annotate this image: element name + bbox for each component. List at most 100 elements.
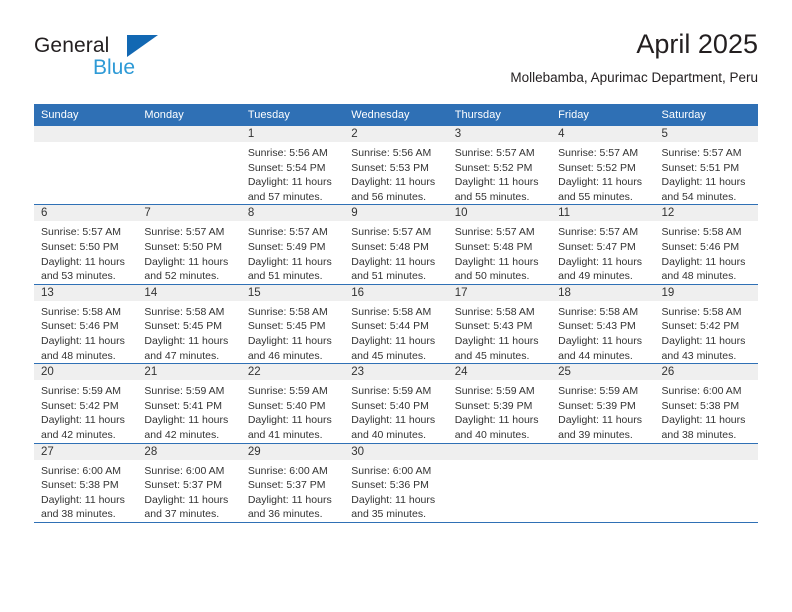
calendar-day-cell[interactable]: 20 Sunrise: 5:59 AM Sunset: 5:42 PM Dayligh… bbox=[34, 363, 138, 444]
calendar-day-cell[interactable]: 1 Sunrise: 5:56 AM Sunset: 5:54 PM Daylight… bbox=[240, 126, 345, 206]
sunset-text: Sunset: 5:54 PM bbox=[247, 161, 326, 174]
sunset-text: Sunset: 5:48 PM bbox=[454, 240, 533, 253]
day-details: Sunrise: 5:59 AM Sunset: 5:39 PM Daylight:… bbox=[448, 380, 551, 442]
calendar-day-cell[interactable]: 30 Sunrise: 6:00 AM Sunset: 5:36 PM Dayligh… bbox=[344, 443, 448, 523]
general-blue-logo[interactable]: General Blue bbox=[34, 34, 234, 86]
calendar-day-cell[interactable]: 27 Sunrise: 6:00 AM Sunset: 5:38 PM Dayligh… bbox=[34, 443, 138, 523]
day-number bbox=[551, 443, 655, 460]
calendar-day-cell[interactable]: 15 Sunrise: 5:58 AM Sunset: 5:45 PM Dayligh… bbox=[240, 284, 345, 365]
sunset-text: Sunset: 5:45 PM bbox=[247, 320, 326, 333]
daylight-text: Daylight: 11 hours and 40 minutes. bbox=[351, 414, 436, 441]
daylight-text: Daylight: 11 hours and 38 minutes. bbox=[41, 493, 125, 521]
day-details: Sunrise: 5:57 AM Sunset: 5:52 PM Daylight:… bbox=[448, 142, 551, 204]
calendar-day-cell[interactable]: 7 Sunrise: 5:57 AM Sunset: 5:50 PM Daylight… bbox=[137, 204, 241, 285]
daylight-text: Daylight: 11 hours and 51 minutes. bbox=[351, 255, 436, 283]
sunset-text: Sunset: 5:51 PM bbox=[661, 161, 740, 174]
daylight-text: Daylight: 11 hours and 47 minutes. bbox=[144, 334, 229, 362]
sunset-text: Sunset: 5:53 PM bbox=[351, 161, 429, 174]
calendar-day-cell-empty bbox=[654, 443, 758, 523]
calendar-day-cell[interactable]: 19 Sunrise: 5:58 AM Sunset: 5:42 PM Dayligh… bbox=[654, 284, 758, 365]
daylight-text: Daylight: 11 hours and 51 minutes. bbox=[247, 255, 332, 283]
day-number: 12 bbox=[654, 205, 758, 222]
calendar-week-row: 1 Sunrise: 5:56 AM Sunset: 5:54 PM Daylight… bbox=[34, 126, 758, 206]
sunset-text: Sunset: 5:39 PM bbox=[454, 399, 533, 412]
sunrise-text: Sunrise: 5:59 AM bbox=[454, 385, 535, 398]
weekday-header-sunday: Sunday bbox=[34, 104, 138, 126]
day-details: Sunrise: 5:58 AM Sunset: 5:43 PM Daylight:… bbox=[551, 301, 654, 363]
calendar-day-cell[interactable]: 5 Sunrise: 5:57 AM Sunset: 5:51 PM Daylight… bbox=[654, 126, 758, 206]
calendar-day-cell-empty bbox=[447, 443, 552, 523]
daylight-text: Daylight: 11 hours and 38 minutes. bbox=[661, 414, 746, 441]
sunset-text: Sunset: 5:41 PM bbox=[144, 399, 223, 412]
calendar-day-cell[interactable]: 28 Sunrise: 6:00 AM Sunset: 5:37 PM Dayligh… bbox=[137, 443, 241, 523]
sunrise-text: Sunrise: 5:58 AM bbox=[661, 226, 742, 239]
calendar-day-cell[interactable]: 3 Sunrise: 5:57 AM Sunset: 5:52 PM Daylight… bbox=[447, 126, 552, 206]
calendar-day-cell[interactable]: 26 Sunrise: 6:00 AM Sunset: 5:38 PM Dayligh… bbox=[654, 363, 758, 444]
calendar-day-cell[interactable]: 16 Sunrise: 5:58 AM Sunset: 5:44 PM Dayligh… bbox=[344, 284, 448, 365]
sunrise-text: Sunrise: 5:58 AM bbox=[144, 305, 225, 318]
day-number: 1 bbox=[240, 126, 345, 142]
daylight-text: Daylight: 11 hours and 52 minutes. bbox=[144, 255, 229, 283]
calendar-day-cell[interactable]: 4 Sunrise: 5:57 AM Sunset: 5:52 PM Daylight… bbox=[551, 126, 655, 206]
calendar-week-row: 20 Sunrise: 5:59 AM Sunset: 5:42 PM Dayligh… bbox=[34, 363, 758, 444]
day-details: Sunrise: 5:58 AM Sunset: 5:43 PM Daylight:… bbox=[448, 301, 551, 363]
calendar-day-cell[interactable]: 2 Sunrise: 5:56 AM Sunset: 5:53 PM Daylight… bbox=[344, 126, 448, 206]
calendar-day-cell[interactable]: 11 Sunrise: 5:57 AM Sunset: 5:47 PM Dayligh… bbox=[551, 204, 655, 285]
day-details: Sunrise: 5:59 AM Sunset: 5:40 PM Daylight:… bbox=[344, 380, 447, 442]
day-details: Sunrise: 5:57 AM Sunset: 5:48 PM Daylight:… bbox=[344, 221, 447, 283]
calendar-day-cell[interactable]: 13 Sunrise: 5:58 AM Sunset: 5:46 PM Dayligh… bbox=[34, 284, 138, 365]
day-details: Sunrise: 5:58 AM Sunset: 5:46 PM Daylight:… bbox=[34, 301, 137, 363]
sunrise-text: Sunrise: 5:58 AM bbox=[247, 305, 328, 318]
calendar-day-cell[interactable]: 8 Sunrise: 5:57 AM Sunset: 5:49 PM Daylight… bbox=[240, 204, 345, 285]
day-number: 27 bbox=[34, 443, 138, 460]
day-number: 2 bbox=[344, 126, 448, 142]
day-details: Sunrise: 6:00 AM Sunset: 5:37 PM Daylight:… bbox=[137, 460, 240, 522]
calendar-day-cell[interactable]: 22 Sunrise: 5:59 AM Sunset: 5:40 PM Dayligh… bbox=[240, 363, 345, 444]
calendar-day-cell[interactable]: 25 Sunrise: 5:59 AM Sunset: 5:39 PM Dayligh… bbox=[551, 363, 655, 444]
calendar-day-cell[interactable]: 9 Sunrise: 5:57 AM Sunset: 5:48 PM Daylight… bbox=[344, 204, 448, 285]
sunset-text: Sunset: 5:50 PM bbox=[144, 240, 223, 253]
day-number: 4 bbox=[551, 126, 655, 142]
daylight-text: Daylight: 11 hours and 46 minutes. bbox=[247, 334, 332, 362]
calendar-day-cell[interactable]: 10 Sunrise: 5:57 AM Sunset: 5:48 PM Dayligh… bbox=[447, 204, 552, 285]
calendar-page: General Blue April 2025 Mollebamba, Apur… bbox=[0, 0, 792, 612]
day-number: 18 bbox=[551, 284, 655, 301]
calendar-day-cell[interactable]: 24 Sunrise: 5:59 AM Sunset: 5:39 PM Dayligh… bbox=[447, 363, 552, 444]
calendar-day-cell[interactable]: 17 Sunrise: 5:58 AM Sunset: 5:43 PM Dayligh… bbox=[447, 284, 552, 365]
sunrise-text: Sunrise: 5:59 AM bbox=[247, 385, 328, 398]
calendar-day-cell[interactable]: 21 Sunrise: 5:59 AM Sunset: 5:41 PM Dayligh… bbox=[137, 363, 241, 444]
day-details: Sunrise: 6:00 AM Sunset: 5:38 PM Daylight:… bbox=[655, 380, 758, 442]
weekday-header-saturday: Saturday bbox=[654, 104, 758, 126]
sunrise-text: Sunrise: 5:59 AM bbox=[41, 385, 121, 398]
day-details: Sunrise: 5:57 AM Sunset: 5:49 PM Daylight:… bbox=[241, 221, 344, 283]
daylight-text: Daylight: 11 hours and 39 minutes. bbox=[558, 414, 642, 441]
daylight-text: Daylight: 11 hours and 41 minutes. bbox=[247, 414, 332, 441]
day-details: Sunrise: 5:59 AM Sunset: 5:39 PM Daylight:… bbox=[551, 380, 654, 442]
day-details: Sunrise: 5:58 AM Sunset: 5:44 PM Daylight:… bbox=[344, 301, 447, 363]
sunrise-text: Sunrise: 5:56 AM bbox=[351, 147, 432, 159]
sunset-text: Sunset: 5:38 PM bbox=[661, 399, 740, 412]
page-title: April 2025 bbox=[636, 29, 758, 59]
day-number: 30 bbox=[344, 443, 448, 460]
day-details: Sunrise: 5:58 AM Sunset: 5:45 PM Daylight:… bbox=[137, 301, 240, 363]
weekday-header-friday: Friday bbox=[551, 104, 655, 126]
calendar-day-cell[interactable]: 18 Sunrise: 5:58 AM Sunset: 5:43 PM Dayligh… bbox=[551, 284, 655, 365]
day-number: 22 bbox=[240, 364, 345, 381]
sunset-text: Sunset: 5:36 PM bbox=[351, 479, 429, 492]
day-details: Sunrise: 5:56 AM Sunset: 5:53 PM Daylight:… bbox=[344, 142, 447, 204]
day-details: Sunrise: 5:58 AM Sunset: 5:42 PM Daylight:… bbox=[655, 301, 758, 363]
day-details: Sunrise: 6:00 AM Sunset: 5:37 PM Daylight:… bbox=[241, 460, 344, 522]
calendar-day-cell[interactable]: 12 Sunrise: 5:58 AM Sunset: 5:46 PM Dayligh… bbox=[654, 204, 758, 285]
sunset-text: Sunset: 5:52 PM bbox=[558, 161, 636, 174]
day-number: 19 bbox=[654, 284, 758, 301]
day-details: Sunrise: 5:57 AM Sunset: 5:50 PM Daylight:… bbox=[34, 221, 137, 283]
day-details: Sunrise: 5:59 AM Sunset: 5:40 PM Daylight:… bbox=[241, 380, 344, 442]
sunrise-text: Sunrise: 5:57 AM bbox=[144, 226, 225, 239]
calendar-day-cell[interactable]: 6 Sunrise: 5:57 AM Sunset: 5:50 PM Daylight… bbox=[34, 204, 138, 285]
day-details: Sunrise: 5:58 AM Sunset: 5:46 PM Daylight:… bbox=[655, 221, 758, 283]
day-details: Sunrise: 5:56 AM Sunset: 5:54 PM Daylight:… bbox=[241, 142, 344, 204]
calendar-day-cell[interactable]: 29 Sunrise: 6:00 AM Sunset: 5:37 PM Dayligh… bbox=[240, 443, 345, 523]
calendar-day-cell[interactable]: 14 Sunrise: 5:58 AM Sunset: 5:45 PM Dayligh… bbox=[137, 284, 241, 365]
sunrise-text: Sunrise: 5:57 AM bbox=[41, 226, 121, 239]
calendar-day-cell[interactable]: 23 Sunrise: 5:59 AM Sunset: 5:40 PM Dayligh… bbox=[344, 363, 448, 444]
